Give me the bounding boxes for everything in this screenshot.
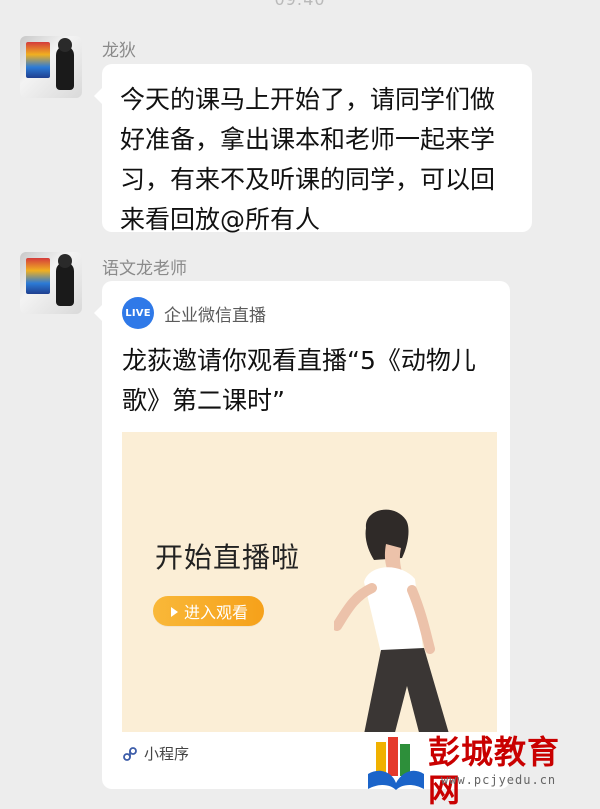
play-icon bbox=[171, 606, 178, 617]
avatar-person bbox=[56, 254, 74, 306]
avatar[interactable] bbox=[20, 36, 82, 98]
mini-program-label: 小程序 bbox=[144, 745, 190, 763]
message-text: 今天的课马上开始了，请同学们做好准备，拿出课本和老师一起来学习，有来不及听课的同… bbox=[120, 85, 496, 234]
card-title: 龙荻邀请你观看直播“5《动物儿歌》第二课时” bbox=[122, 346, 476, 415]
enter-watch-label: 进入观看 bbox=[184, 603, 249, 622]
sender-name: 语文龙老师 bbox=[102, 259, 187, 279]
avatar-person bbox=[56, 38, 74, 90]
mini-program-icon bbox=[123, 746, 137, 761]
app-name: 企业微信直播 bbox=[164, 305, 266, 326]
enter-watch-button[interactable]: 进入观看 bbox=[153, 596, 265, 626]
watermark: 彭城教育网 www.pcjyedu.cn bbox=[368, 731, 588, 809]
message-bubble[interactable]: 今天的课马上开始了，请同学们做好准备，拿出课本和老师一起来学习，有来不及听课的同… bbox=[94, 64, 532, 234]
card-header: LIVE 企业微信直播 bbox=[122, 297, 490, 329]
books-logo-icon bbox=[368, 737, 424, 790]
avatar-poster bbox=[26, 258, 50, 294]
live-badge-icon: LIVE bbox=[122, 297, 154, 329]
sender-name: 龙狄 bbox=[102, 41, 136, 61]
woman-illustration bbox=[334, 509, 449, 732]
live-invite-card[interactable]: LIVE 企业微信直播 龙荻邀请你观看直播“5《动物儿歌》第二课时” 开始直播啦… bbox=[94, 281, 510, 789]
preview-title: 开始直播啦 bbox=[155, 541, 301, 574]
avatar[interactable] bbox=[20, 252, 82, 314]
mini-program-footer[interactable]: 小程序 bbox=[122, 743, 189, 764]
watermark-url: www.pcjyedu.cn bbox=[441, 773, 557, 787]
avatar-poster bbox=[26, 42, 50, 78]
live-preview-image[interactable]: 开始直播啦 进入观看 bbox=[122, 432, 497, 732]
watermark-name: 彭城教育网 bbox=[428, 733, 561, 809]
status-bar-time: 09:40 bbox=[0, 0, 600, 9]
